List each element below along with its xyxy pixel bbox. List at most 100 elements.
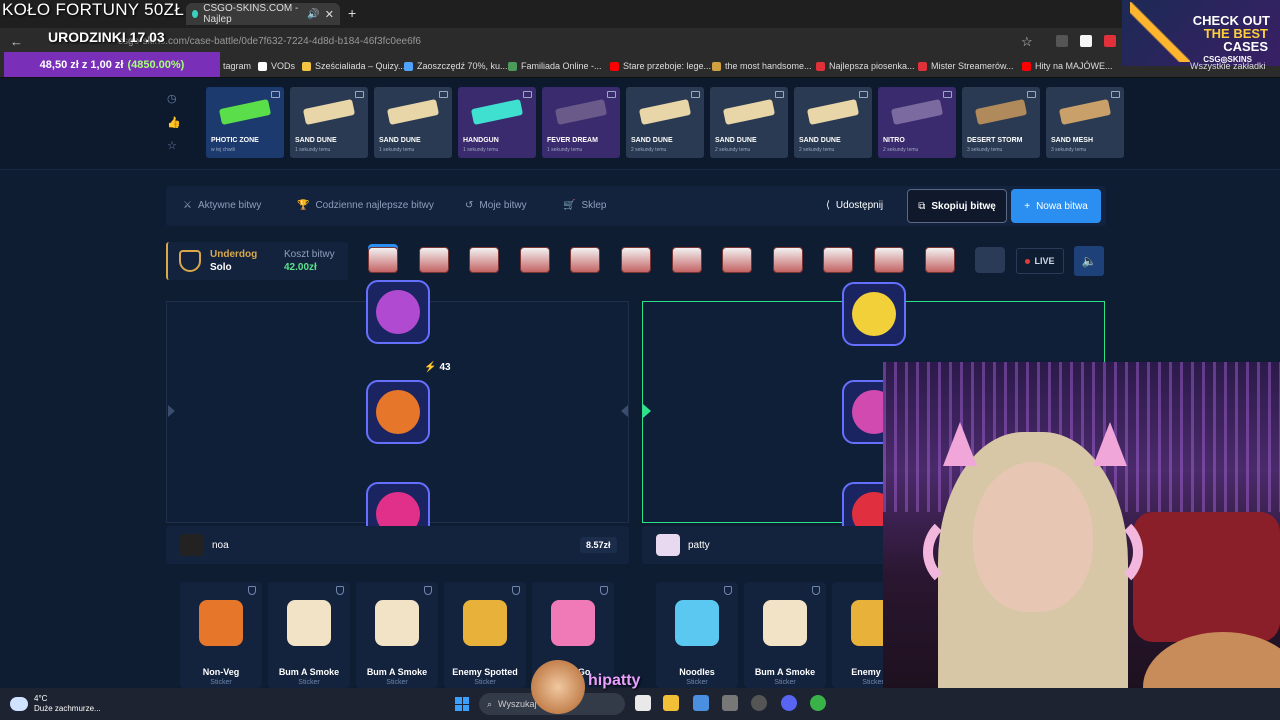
battle-case-icon[interactable] bbox=[519, 247, 550, 273]
drop-card[interactable]: SAND MESH 3 sekundy temu bbox=[1046, 87, 1124, 158]
spinner-pointer-icon bbox=[643, 404, 651, 418]
trophy-icon: 🏆 bbox=[297, 200, 310, 211]
browser-tab-title: CSGO-SKINS.COM - Najlep bbox=[203, 3, 299, 25]
windows-start-icon[interactable] bbox=[455, 697, 469, 711]
battle-case-icon[interactable] bbox=[621, 247, 651, 273]
won-item-card[interactable]: Noodles Sticker bbox=[656, 582, 738, 688]
battle-case-icon[interactable] bbox=[823, 247, 854, 273]
drop-card[interactable]: SAND DUNE 2 sekundy temu bbox=[626, 87, 704, 158]
battle-case-icon[interactable] bbox=[874, 247, 904, 273]
bookmark-favicon-icon bbox=[1022, 61, 1031, 71]
won-item-card[interactable]: Bum A Smoke Sticker bbox=[268, 582, 350, 688]
tab-audio-icon[interactable]: 🔊 bbox=[307, 9, 319, 20]
bookmark-item[interactable]: Najlepsza piosenka... bbox=[816, 61, 915, 71]
spinner-pointer-icon bbox=[621, 405, 628, 417]
settings-icon[interactable] bbox=[722, 695, 738, 711]
item-name: Bum A Smoke bbox=[366, 667, 428, 677]
case-icon bbox=[775, 91, 784, 98]
browser-tab[interactable]: CSGO-SKINS.COM - Najlep 🔊 ✕ bbox=[186, 3, 340, 25]
live-badge: LIVE bbox=[1016, 248, 1064, 274]
avatar[interactable] bbox=[180, 534, 204, 556]
tab-close-icon[interactable]: ✕ bbox=[325, 8, 334, 21]
item-type: Sticker bbox=[686, 679, 708, 686]
copy-battle-button[interactable]: ⧉ Skopiuj bitwę bbox=[907, 189, 1007, 223]
new-battle-button[interactable]: + Nowa bitwa bbox=[1011, 189, 1101, 223]
tab-my-battles[interactable]: ↺ Moje bitwy bbox=[465, 200, 527, 211]
chrome-icon[interactable] bbox=[810, 695, 826, 711]
battle-case-icon[interactable] bbox=[924, 247, 955, 273]
file-explorer-icon[interactable] bbox=[663, 695, 679, 711]
battle-case-icon[interactable] bbox=[722, 247, 753, 273]
obs-icon[interactable] bbox=[751, 695, 767, 711]
drop-card[interactable]: SAND DUNE 1 sekundy temu bbox=[290, 87, 368, 158]
shield-check-icon bbox=[812, 586, 820, 595]
shield-check-icon bbox=[724, 586, 732, 595]
drop-name: SAND DUNE bbox=[631, 137, 673, 144]
bookmark-item[interactable]: Mister Streamerów... bbox=[918, 61, 1014, 71]
won-item-card[interactable]: Non-Veg Sticker bbox=[180, 582, 262, 688]
battle-case-icon[interactable] bbox=[469, 247, 500, 273]
discord-icon[interactable] bbox=[781, 695, 797, 711]
extension-icon[interactable] bbox=[1104, 35, 1116, 47]
won-item-card[interactable]: Enemy Spotted Sticker bbox=[444, 582, 526, 688]
drop-name: NITRO bbox=[883, 137, 905, 144]
drop-card[interactable]: FEVER DREAM 1 sekundy temu bbox=[542, 87, 620, 158]
task-view-icon[interactable] bbox=[635, 695, 651, 711]
star-icon[interactable]: ☆ bbox=[167, 139, 177, 152]
bookmark-item[interactable]: the most handsome... bbox=[712, 61, 812, 71]
tab-daily-best-battles[interactable]: 🏆 Codzienne najlepsze bitwy bbox=[297, 200, 434, 211]
drop-card[interactable]: SAND DUNE 2 sekundy temu bbox=[794, 87, 872, 158]
bookmark-favicon-icon bbox=[610, 61, 619, 71]
all-bookmarks-link[interactable]: Wszystkie zakładki bbox=[1190, 61, 1266, 71]
battle-case-icon[interactable] bbox=[772, 247, 803, 273]
cam-chair bbox=[1133, 512, 1280, 642]
bookmark-favicon-icon bbox=[816, 61, 825, 71]
won-item-card[interactable]: Bum A Smoke Sticker bbox=[356, 582, 438, 688]
player-header-left bbox=[166, 526, 629, 564]
battle-case-icon[interactable] bbox=[975, 247, 1006, 273]
weapon-skin-icon bbox=[890, 98, 944, 126]
extension-icon[interactable] bbox=[1056, 35, 1068, 47]
bookmark-item[interactable]: Familiada Online -... bbox=[508, 61, 602, 71]
sticker-icon bbox=[199, 600, 243, 646]
battle-case-icon[interactable] bbox=[368, 247, 398, 273]
drop-card[interactable]: DESERT STORM 3 sekundy temu bbox=[962, 87, 1040, 158]
drop-card[interactable]: SAND DUNE 1 sekundy temu bbox=[374, 87, 452, 158]
case-icon bbox=[1027, 91, 1036, 98]
bookmark-item[interactable]: Zaoszczędź 70%, ku... bbox=[404, 61, 508, 71]
battle-case-icon[interactable] bbox=[671, 247, 702, 273]
battle-type: Solo bbox=[210, 262, 232, 273]
drop-time: 1 sekundy temu bbox=[547, 147, 583, 153]
clock-icon[interactable]: ◷ bbox=[167, 92, 177, 105]
bookmark-item[interactable]: Sześcialiada – Quizy... bbox=[302, 61, 405, 71]
share-button[interactable]: ⟨ Udostępnij bbox=[826, 200, 883, 211]
bookmark-star-icon[interactable]: ☆ bbox=[1021, 34, 1033, 50]
player-name[interactable]: noa bbox=[212, 540, 229, 551]
avatar[interactable] bbox=[656, 534, 680, 556]
player-name[interactable]: patty bbox=[688, 540, 710, 551]
drop-card[interactable]: HANDGUN 1 sekundy temu bbox=[458, 87, 536, 158]
new-tab-icon[interactable]: + bbox=[348, 5, 356, 21]
tab-active-battles[interactable]: ⚔ Aktywne bitwy bbox=[183, 200, 261, 211]
drop-card[interactable]: SAND DUNE 2 sekundy temu bbox=[710, 87, 788, 158]
drop-card[interactable]: NITRO 2 sekundy temu bbox=[878, 87, 956, 158]
weapon-skin-icon bbox=[1058, 98, 1112, 126]
bookmark-favicon-icon bbox=[508, 61, 517, 71]
battle-case-icon[interactable] bbox=[418, 247, 449, 273]
extension-icon[interactable] bbox=[1080, 35, 1092, 47]
sticker-icon bbox=[463, 600, 507, 646]
drop-card[interactable]: PHOTIC ZONE w tej chwili bbox=[206, 87, 284, 158]
bookmark-item[interactable]: Stare przeboje: lege... bbox=[610, 61, 711, 71]
item-name: Noodles bbox=[679, 667, 715, 677]
store-icon[interactable] bbox=[693, 695, 709, 711]
battle-case-icon[interactable] bbox=[570, 247, 601, 273]
weather-widget[interactable]: 4°C Duże zachmurze... bbox=[10, 694, 101, 714]
back-icon[interactable]: ← bbox=[10, 34, 23, 49]
spinner-pointer-icon bbox=[168, 405, 175, 417]
bookmark-item[interactable]: VODs bbox=[258, 61, 295, 71]
won-item-card[interactable]: Bum A Smoke Sticker bbox=[744, 582, 826, 688]
bookmark-item[interactable]: Hity na MAJÓWE... bbox=[1022, 61, 1113, 71]
thumb-icon[interactable]: 👍 bbox=[167, 116, 181, 129]
tab-shop[interactable]: 🛒 Sklep bbox=[563, 200, 606, 211]
sound-toggle-button[interactable]: 🔈 bbox=[1074, 246, 1104, 276]
